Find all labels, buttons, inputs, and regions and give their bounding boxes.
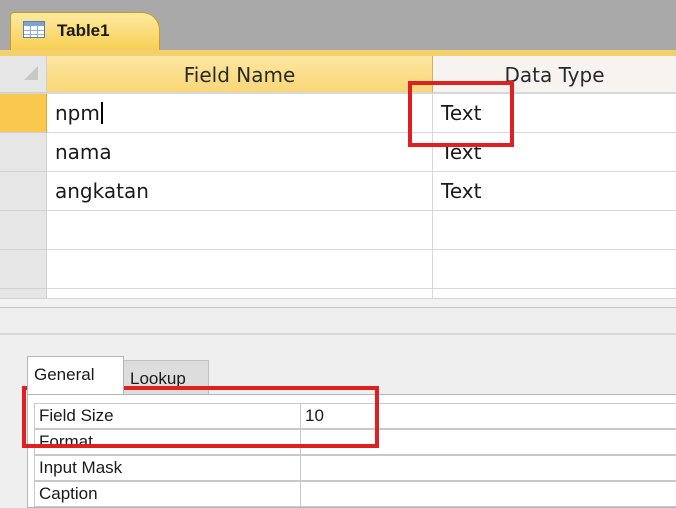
field-name-cell[interactable]: angkatan [47, 172, 433, 211]
property-label: Field Size [34, 403, 300, 429]
row-selector[interactable] [0, 133, 47, 172]
field-name-cell[interactable]: npm [47, 94, 433, 133]
caption-input[interactable] [300, 481, 676, 507]
data-type-cell[interactable] [433, 250, 676, 289]
data-type-column-header[interactable]: Data Type [433, 56, 676, 93]
grid-header-row: Field Name Data Type [0, 56, 676, 94]
table-row[interactable] [0, 250, 676, 289]
property-row[interactable]: Field Size 10 [34, 403, 676, 429]
row-selector[interactable] [0, 289, 47, 299]
text-cursor [100, 102, 103, 124]
property-row[interactable]: Input Mask [34, 455, 676, 481]
format-input[interactable] [300, 429, 676, 455]
properties-divider [0, 333, 676, 335]
data-type-cell[interactable] [433, 211, 676, 250]
input-mask-input[interactable] [300, 455, 676, 481]
property-label: Input Mask [34, 455, 300, 481]
tab-lookup[interactable]: Lookup [123, 360, 209, 394]
row-selector[interactable] [0, 250, 47, 289]
data-type-cell[interactable]: Text [433, 94, 676, 133]
table-design-grid: Field Name Data Type npm Text nama Text … [0, 56, 676, 299]
select-all-corner[interactable] [0, 56, 47, 93]
field-name-cell[interactable] [47, 211, 433, 250]
table-row[interactable]: npm Text [0, 94, 676, 133]
field-name-cell[interactable] [47, 250, 433, 289]
field-size-input[interactable]: 10 [300, 403, 676, 429]
field-name-cell[interactable]: nama [47, 133, 433, 172]
property-label: Format [34, 429, 300, 455]
field-name-column-header[interactable]: Field Name [47, 56, 433, 93]
table-row[interactable] [0, 211, 676, 250]
tab-general[interactable]: General [27, 356, 124, 394]
data-type-cell[interactable]: Text [433, 133, 676, 172]
table-row[interactable] [0, 289, 676, 299]
data-type-cell[interactable] [433, 289, 676, 299]
field-name-cell[interactable] [47, 289, 433, 299]
property-row[interactable]: Format [34, 429, 676, 455]
tab-title: Table1 [57, 21, 110, 40]
table-row[interactable]: angkatan Text [0, 172, 676, 211]
property-row[interactable]: Caption [34, 481, 676, 507]
row-selector[interactable] [0, 172, 47, 211]
data-type-cell[interactable]: Text [433, 172, 676, 211]
property-label: Caption [34, 481, 300, 507]
table-icon [23, 21, 45, 38]
grid-bottom-margin [0, 299, 676, 307]
row-selector[interactable] [0, 94, 47, 133]
table1-document-tab[interactable]: Table1 [10, 12, 160, 50]
field-properties-table: Field Size 10 Format Input Mask Caption [27, 394, 676, 508]
row-selector[interactable] [0, 211, 47, 250]
table-row[interactable]: nama Text [0, 133, 676, 172]
document-tab-strip: Table1 [0, 0, 676, 50]
